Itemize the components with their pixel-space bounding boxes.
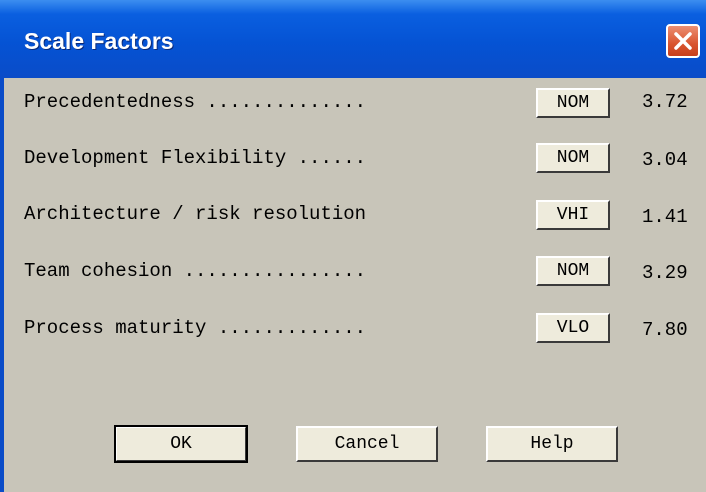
row-label-team-cohesion: Team cohesion ................ (24, 260, 367, 282)
row-value-process-maturity: 7.80 (642, 319, 688, 341)
row-label-process-maturity: Process maturity ............. (24, 317, 367, 339)
close-button[interactable] (666, 24, 700, 58)
level-button-team-cohesion[interactable]: NOM (536, 256, 610, 286)
scale-factors-dialog: Scale Factors Precedentedness ..........… (0, 0, 706, 492)
close-icon (674, 32, 692, 50)
row-label-precedentedness: Precedentedness .............. (24, 91, 367, 113)
help-button[interactable]: Help (486, 426, 618, 462)
level-button-process-maturity[interactable]: VLO (536, 313, 610, 343)
row-value-architecture-risk-resolution: 1.41 (642, 206, 688, 228)
level-button-architecture-risk-resolution[interactable]: VHI (536, 200, 610, 230)
row-label-architecture-risk-resolution: Architecture / risk resolution (24, 203, 367, 225)
row-value-precedentedness: 3.72 (642, 91, 688, 113)
title-bar: Scale Factors (0, 0, 706, 78)
row-label-development-flexibility: Development Flexibility ...... (24, 147, 367, 169)
level-button-precedentedness[interactable]: NOM (536, 88, 610, 118)
row-value-team-cohesion: 3.29 (642, 262, 688, 284)
ok-button[interactable]: OK (114, 425, 248, 463)
cancel-button[interactable]: Cancel (296, 426, 438, 462)
row-value-development-flexibility: 3.04 (642, 149, 688, 171)
window-title: Scale Factors (24, 28, 174, 54)
level-button-development-flexibility[interactable]: NOM (536, 143, 610, 173)
